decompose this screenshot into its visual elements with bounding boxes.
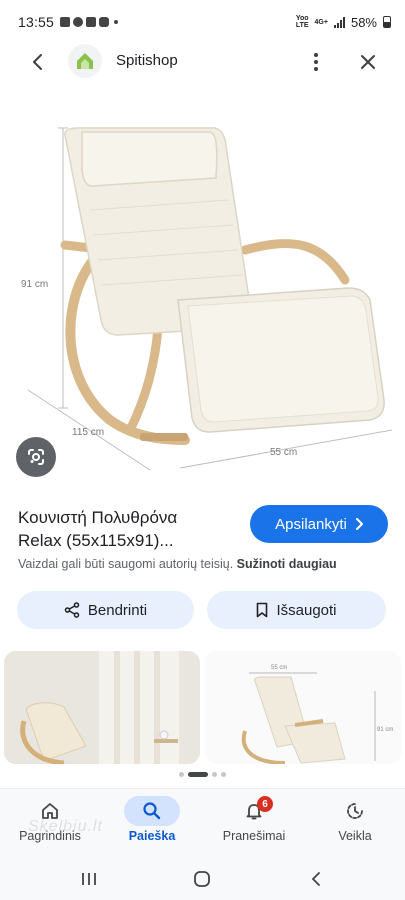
nav-item-activity[interactable]: Veikla <box>305 789 405 859</box>
search-icon <box>143 802 161 820</box>
copyright-text: Vaizdai gali būti saugomi autorių teisių… <box>18 557 234 571</box>
nav-item-notifications[interactable]: 6 Pranešimai <box>204 789 304 859</box>
nav-search-label: Paieška <box>128 829 176 843</box>
notification-icons <box>60 17 119 27</box>
related-image-1[interactable] <box>4 651 200 764</box>
back-arrow-icon <box>33 54 42 70</box>
battery-text: 58% <box>350 14 377 30</box>
image-pager <box>0 772 405 777</box>
product-title[interactable]: Κουνιστή Πολυθρόνα Relax (55x115x91)... <box>18 506 238 552</box>
nav-bell-icon-wrap: 6 <box>226 796 282 826</box>
dimension-length-label: 115 cm <box>72 427 104 438</box>
dimension-width-label: 55 cm <box>270 447 297 458</box>
save-label: Išsaugoti <box>276 601 337 619</box>
related-image-2[interactable]: 55 cm 91 cm <box>205 651 401 764</box>
related-dim-top-label: 55 cm <box>271 665 287 671</box>
system-navigation-bar <box>0 858 405 900</box>
gallery-notification-icon <box>60 17 71 27</box>
google-lens-button[interactable] <box>16 437 56 477</box>
battery-icon <box>383 16 391 28</box>
product-title-line1: Κουνιστή Πολυθρόνα <box>18 508 178 527</box>
copyright-notice: Vaizdai gali būti saugomi autorių teisių… <box>18 557 337 571</box>
site-logo <box>68 44 102 78</box>
product-image[interactable]: 91 cm 115 cm 55 cm <box>0 94 405 494</box>
volte-bottom-text: LTE <box>295 22 309 29</box>
pager-dot-active <box>188 772 208 777</box>
related-images: 55 cm 91 cm <box>0 651 405 764</box>
back-button[interactable] <box>24 48 52 76</box>
share-button[interactable]: Bendrinti <box>17 591 194 629</box>
home-circle-icon <box>194 871 210 887</box>
pager-dot <box>179 772 184 777</box>
chat-notification-icon <box>86 17 97 27</box>
volte-indicator: Yoo LTE <box>296 15 309 29</box>
recent-apps-icon <box>82 873 96 885</box>
dimension-height-label: 91 cm <box>21 279 48 290</box>
share-icon <box>64 602 80 618</box>
related-chair-dimensions-photo: 55 cm 91 cm <box>205 651 401 764</box>
site-name[interactable]: Spitishop <box>116 52 178 69</box>
notification-badge: 6 <box>257 796 273 812</box>
close-icon <box>361 55 375 69</box>
close-button[interactable] <box>354 48 382 76</box>
visit-button[interactable]: Apsilankyti <box>250 505 388 543</box>
status-time: 13:55 <box>18 14 55 30</box>
status-left: 13:55 <box>18 14 119 30</box>
learn-more-link[interactable]: Sužinoti daugiau <box>237 557 337 571</box>
house-logo-icon <box>77 53 93 69</box>
net-type-indicator: 4G+ <box>314 18 328 26</box>
message-notification-icon <box>73 17 84 27</box>
pager-dot <box>212 772 217 777</box>
system-back-icon <box>311 872 320 886</box>
recent-apps-button[interactable] <box>76 866 102 892</box>
chevron-right-icon <box>355 518 363 530</box>
more-notifications-dot-icon <box>114 20 119 24</box>
home-button[interactable] <box>189 866 215 892</box>
more-vert-icon <box>314 53 318 71</box>
share-label: Bendrinti <box>87 601 148 619</box>
nav-activity-icon-wrap <box>327 796 383 826</box>
volte-top-text: Yoo <box>295 15 309 22</box>
nav-item-search[interactable]: Paieška <box>102 789 202 859</box>
nav-activity-label: Veikla <box>338 829 372 843</box>
app-header: Spitishop <box>0 40 405 82</box>
nav-notifications-label: Pranešimai <box>222 829 286 843</box>
status-right: Yoo LTE 4G+ 58% <box>296 15 391 30</box>
lens-icon <box>28 449 44 465</box>
more-options-button[interactable] <box>304 48 328 76</box>
nav-search-icon-wrap <box>124 796 180 826</box>
bookmark-icon <box>257 602 268 618</box>
signal-icon <box>333 16 345 28</box>
status-bar: 13:55 Yoo LTE 4G+ 58% <box>0 0 405 44</box>
activity-icon <box>347 803 363 819</box>
pager-dot <box>221 772 226 777</box>
related-chair-photo <box>4 651 200 764</box>
rocking-chair-illustration: 91 cm 115 cm 55 cm <box>21 127 393 471</box>
save-button[interactable]: Išsaugoti <box>207 591 386 629</box>
visit-label: Apsilankyti <box>275 515 347 533</box>
camera-notification-icon <box>99 17 110 27</box>
product-title-line2: Relax (55x115x91)... <box>18 531 174 550</box>
watermark: Skelbiu.lt <box>28 818 103 835</box>
related-dim-side-label: 91 cm <box>377 727 393 733</box>
system-back-button[interactable] <box>303 866 329 892</box>
